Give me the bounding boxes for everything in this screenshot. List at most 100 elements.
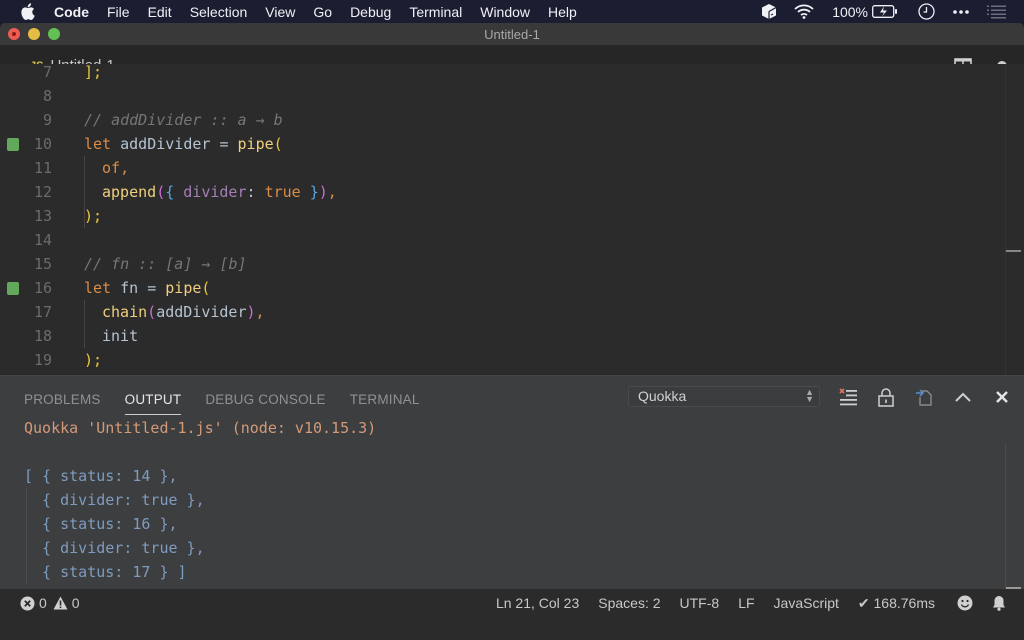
line-number: 9 <box>42 111 52 129</box>
tab-problems[interactable]: PROBLEMS <box>24 392 101 415</box>
tab-debug-console[interactable]: DEBUG CONSOLE <box>205 392 325 415</box>
cursor-position[interactable]: Ln 21, Col 23 <box>496 595 579 611</box>
menu-window[interactable]: Window <box>480 4 530 20</box>
code-token: pipe <box>165 279 202 297</box>
output-line: { status: 16 }, <box>24 515 178 533</box>
wifi-icon[interactable] <box>794 4 814 19</box>
code-token: ( <box>147 303 157 321</box>
code-line: 9 // addDivider :: a → b <box>0 108 1005 132</box>
apple-menu-icon[interactable] <box>20 3 40 20</box>
code-line: 12 append({ divider: true }), <box>0 180 1005 204</box>
code-line: 13 ); <box>0 204 1005 228</box>
warning-icon <box>53 596 68 610</box>
menu-go[interactable]: Go <box>313 4 332 20</box>
code-token: let <box>84 135 112 153</box>
notifications-bell-icon[interactable] <box>992 595 1006 611</box>
maximize-window-button[interactable] <box>48 28 60 40</box>
tab-terminal[interactable]: TERMINAL <box>350 392 420 415</box>
code-token: of <box>102 159 121 177</box>
code-comment: // addDivider :: a → b <box>84 111 283 129</box>
line-number: 19 <box>33 351 52 369</box>
menu-view[interactable]: View <box>265 4 295 20</box>
code-token: addDivider = <box>111 135 238 153</box>
battery-charging-icon <box>872 5 897 18</box>
code-line: 15 // fn :: [a] → [b] <box>0 252 1005 276</box>
close-panel-icon[interactable] <box>992 387 1012 407</box>
output-line: { divider: true }, <box>24 539 205 557</box>
output-channel-select[interactable]: Quokka ▲ ▼ <box>628 386 820 407</box>
code-line: 17 chain(addDivider), <box>0 300 1005 324</box>
notification-center-icon[interactable] <box>987 5 1006 19</box>
feedback-smiley-icon[interactable] <box>957 595 973 611</box>
code-token: ); <box>84 351 103 369</box>
lock-scroll-icon[interactable] <box>876 387 896 407</box>
indent-guide <box>84 300 85 348</box>
output-header: Quokka 'Untitled-1.js' (node: v10.15.3) <box>24 419 377 437</box>
clock-icon[interactable] <box>918 3 935 20</box>
code-token: } <box>300 183 319 201</box>
panel-tabs: PROBLEMS OUTPUT DEBUG CONSOLE TERMINAL <box>24 392 444 415</box>
code-token: ( <box>273 135 283 153</box>
editor-scrollbar[interactable] <box>1005 64 1021 375</box>
window-titlebar[interactable]: Untitled-1 <box>0 23 1024 45</box>
close-window-button[interactable] <box>8 28 20 40</box>
line-number: 16 <box>33 279 52 297</box>
error-count: 0 <box>39 595 47 611</box>
line-number: 11 <box>33 159 52 177</box>
line-number: 15 <box>33 255 52 273</box>
output-line: { divider: true }, <box>24 491 205 509</box>
menu-file[interactable]: File <box>107 4 130 20</box>
menu-selection[interactable]: Selection <box>190 4 248 20</box>
code-token: let <box>84 279 112 297</box>
code-token: chain <box>102 303 148 321</box>
code-line: 7 ]; <box>0 64 1005 84</box>
tab-output[interactable]: OUTPUT <box>124 392 182 415</box>
end-of-line[interactable]: LF <box>738 595 754 611</box>
code-token: divider <box>183 183 247 201</box>
line-number: 13 <box>33 207 52 225</box>
window-controls <box>8 28 68 40</box>
maximize-panel-chevron-up-icon[interactable] <box>953 387 973 407</box>
code-token: init <box>102 327 139 345</box>
output-channel-value: Quokka <box>638 388 687 404</box>
warning-count: 0 <box>71 595 80 611</box>
quokka-run-time[interactable]: ✔ 168.76ms <box>858 595 935 612</box>
indentation-setting[interactable]: Spaces: 2 <box>598 595 660 611</box>
line-number: 14 <box>33 231 52 249</box>
code-token: fn = <box>111 279 166 297</box>
code-token: ( <box>201 279 211 297</box>
line-number: 8 <box>42 87 52 105</box>
menu-app-code[interactable]: Code <box>54 4 89 20</box>
menu-help[interactable]: Help <box>548 4 577 20</box>
code-editor[interactable]: 7 ]; 8 9 // addDivider :: a → b 10 let a… <box>0 64 1024 375</box>
more-dots-icon[interactable] <box>953 9 969 14</box>
code-token: , <box>255 303 265 321</box>
menu-debug[interactable]: Debug <box>350 4 391 20</box>
battery-percent: 100% <box>832 3 868 20</box>
code-line: 16 let fn = pipe( <box>0 276 1005 300</box>
menubar-status-area: 100% <box>762 0 1024 23</box>
line-number: 17 <box>33 303 52 321</box>
battery-indicator[interactable]: 100% <box>832 4 898 20</box>
problems-status[interactable]: 0 0 <box>20 595 84 611</box>
code-line: 18 init <box>0 324 1005 348</box>
indent-guide <box>84 156 85 228</box>
minimize-window-button[interactable] <box>28 28 40 40</box>
code-line: 8 <box>0 84 1005 108</box>
open-log-file-icon[interactable] <box>914 387 934 407</box>
macos-menubar: Code File Edit Selection View Go Debug T… <box>0 0 1024 23</box>
code-token: ]; <box>84 64 103 81</box>
code-comment: // fn :: [a] → [b] <box>84 255 247 273</box>
code-token: addDivider <box>156 303 247 321</box>
menu-terminal[interactable]: Terminal <box>409 4 462 20</box>
menu-edit[interactable]: Edit <box>148 4 172 20</box>
output-scrollbar[interactable] <box>1005 443 1021 589</box>
code-token: ( <box>156 183 166 201</box>
clear-output-icon[interactable] <box>838 387 858 407</box>
code-token: ) <box>246 303 256 321</box>
language-mode[interactable]: JavaScript <box>774 595 839 611</box>
bottom-panel: PROBLEMS OUTPUT DEBUG CONSOLE TERMINAL Q… <box>0 375 1024 589</box>
dropbox-cube-icon[interactable] <box>762 4 777 19</box>
code-token: , <box>120 159 130 177</box>
file-encoding[interactable]: UTF-8 <box>680 595 720 611</box>
